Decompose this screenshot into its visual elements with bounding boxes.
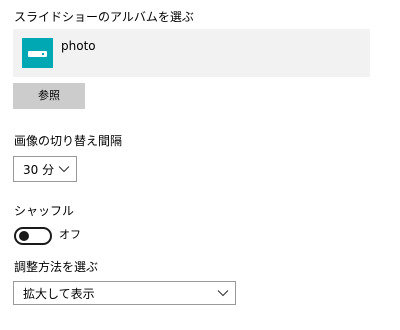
fit-value: 拡大して表示 bbox=[23, 287, 95, 301]
album-tile[interactable]: photo bbox=[13, 29, 370, 77]
interval-dropdown[interactable]: 30 分 bbox=[13, 156, 77, 182]
album-name: photo bbox=[61, 39, 96, 53]
toggle-knob bbox=[19, 231, 29, 241]
shuffle-label: シャッフル bbox=[14, 204, 75, 218]
fit-dropdown[interactable]: 拡大して表示 bbox=[13, 281, 236, 305]
fit-label: 調整方法を選ぶ bbox=[14, 260, 99, 274]
shuffle-toggle-state: オフ bbox=[59, 228, 81, 241]
album-icon bbox=[22, 38, 53, 68]
album-section-label: スライドショーのアルバムを選ぶ bbox=[14, 10, 194, 24]
interval-label: 画像の切り替え間隔 bbox=[14, 134, 123, 148]
interval-value: 30 分 bbox=[23, 163, 55, 177]
shuffle-toggle[interactable] bbox=[14, 227, 52, 245]
chevron-down-icon bbox=[217, 290, 229, 297]
browse-button[interactable]: 参照 bbox=[13, 83, 85, 109]
chevron-down-icon bbox=[58, 166, 70, 173]
